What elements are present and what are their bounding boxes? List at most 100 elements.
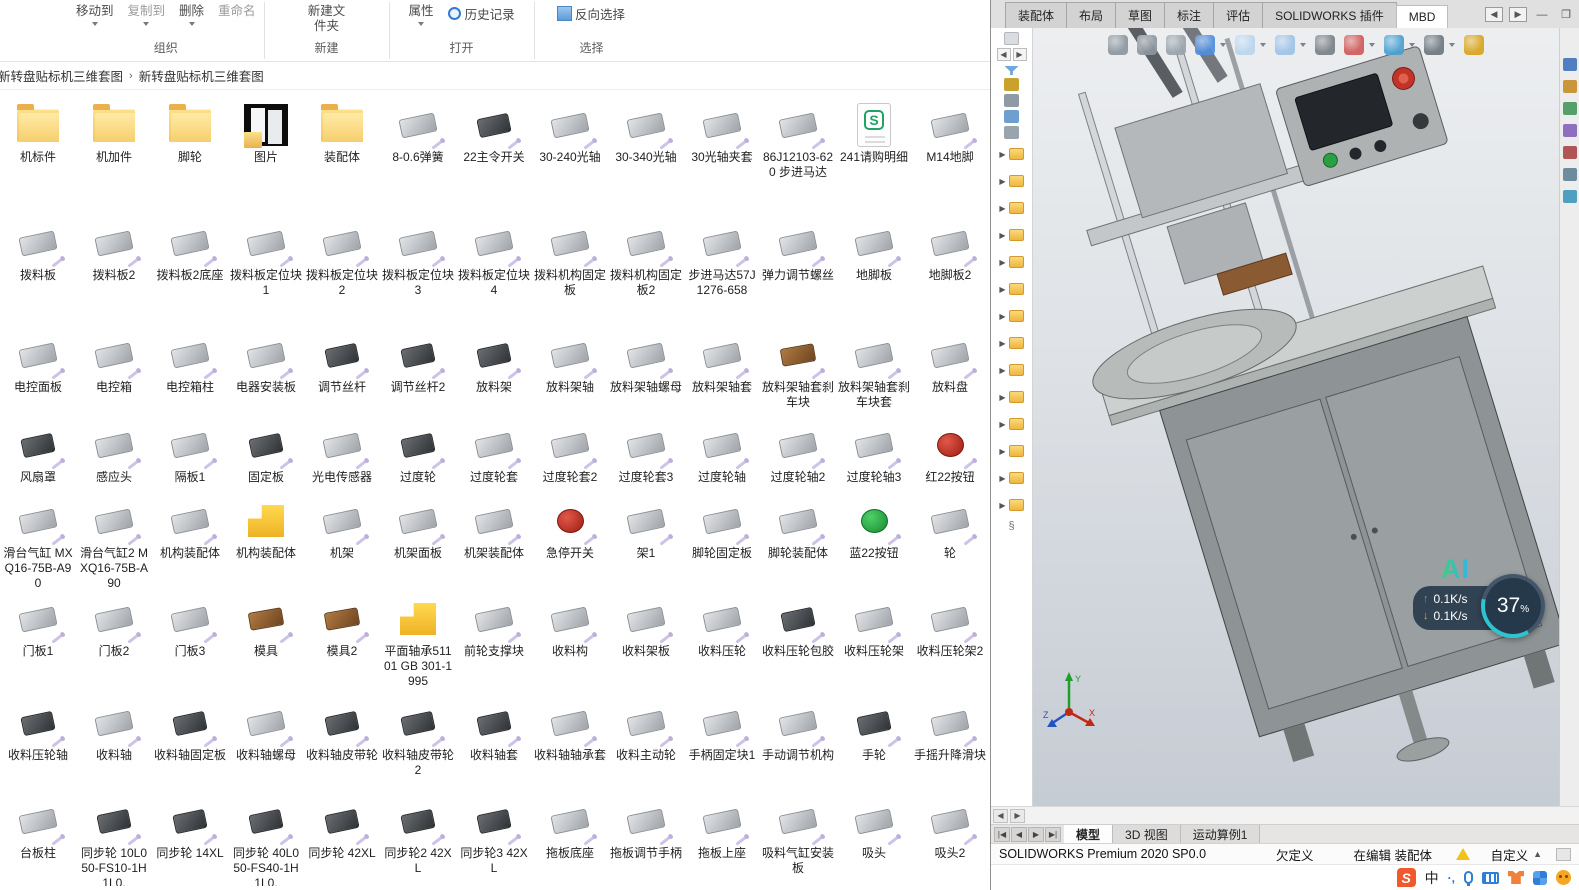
task-pane-icon[interactable] [1563,80,1577,93]
file-item[interactable]: 放料架轴套刹车块套 [836,328,912,418]
file-item[interactable]: 红22按钮 [912,418,988,494]
file-item[interactable]: 同步轮 10L050-FS10-1H1L0. [76,794,152,886]
file-item[interactable]: 过度轮轴2 [760,418,836,494]
tree-next-icon[interactable]: ▶ [1013,48,1027,61]
file-item[interactable]: 收料压轮架 [836,592,912,696]
section-view-icon[interactable] [1195,35,1215,55]
chevron-right-icon[interactable]: ▶ [999,393,1005,402]
file-item[interactable]: 收料轴 [76,696,152,794]
file-item[interactable]: 地脚板 [836,216,912,328]
file-item[interactable]: 调节丝杆2 [380,328,456,418]
file-item[interactable]: 脚轮装配体 [760,494,836,592]
file-item[interactable]: 前轮支撑块 [456,592,532,696]
file-item[interactable]: 收料轴螺母 [228,696,304,794]
file-item[interactable]: 手柄固定块1 [684,696,760,794]
file-item[interactable]: 机标件 [0,98,76,216]
filter-funnel-icon[interactable] [1005,66,1019,75]
file-item[interactable]: 风扇罩 [0,418,76,494]
chevron-down-icon[interactable] [1260,43,1266,47]
file-item[interactable]: 拨料机构固定板 [532,216,608,328]
history-button[interactable]: 历史记录 [448,4,515,23]
file-item[interactable]: 过度轮 [380,418,456,494]
file-item[interactable]: 30-240光轴 [532,98,608,216]
file-item[interactable]: 手轮 [836,696,912,794]
commandmanager-tab[interactable]: 装配体 [1005,2,1067,28]
file-item[interactable]: 吸头2 [912,794,988,886]
file-item[interactable]: 86J12103-620 步进马达 [760,98,836,216]
file-item[interactable]: 过度轮轴3 [836,418,912,494]
breadcrumb-item[interactable]: 新转盘贴标机三维套图 [135,66,268,85]
chevron-right-icon[interactable]: ▶ [999,474,1005,483]
copy-to-button[interactable]: 复制到 [128,4,166,26]
next-pane-icon[interactable]: ▶ [1509,7,1527,22]
graphics-viewport[interactable]: Y X Z AI ↑0.1K/s ↓0.1K/s 37% [1033,28,1559,806]
file-item[interactable]: 平面轴承51101 GB 301-1995 [380,592,456,696]
view-settings-icon[interactable] [1424,35,1444,55]
commandmanager-tab[interactable]: MBD [1396,5,1449,28]
file-item[interactable]: 滑台气缸2 MXQ16-75B-A90 [76,494,152,592]
commandmanager-tab[interactable]: 布局 [1066,2,1116,28]
scroll-left-icon[interactable]: ◀ [993,809,1008,823]
tree-component-row[interactable]: ▶ [999,250,1023,274]
file-item[interactable]: 放料架轴套 [684,328,760,418]
chevron-right-icon[interactable]: ▶ [999,150,1005,159]
file-item[interactable]: 门板1 [0,592,76,696]
file-item[interactable]: 脚轮 [152,98,228,216]
tree-component-row[interactable]: ▶ [999,385,1023,409]
file-item[interactable]: 收料压轮包胶 [760,592,836,696]
toolbox-icon[interactable] [1533,871,1547,885]
file-item[interactable]: 门板2 [76,592,152,696]
tree-component-row[interactable]: ▶ [999,331,1023,355]
file-item[interactable]: 同步轮 40L050-FS40-1H1L0. [228,794,304,886]
file-item[interactable]: 放料架 [456,328,532,418]
file-item[interactable]: 同步轮2 42XL [380,794,456,886]
commandmanager-tab[interactable]: 标注 [1164,2,1214,28]
model-tab[interactable]: 3D 视图 [1113,825,1181,843]
first-tab-icon[interactable]: |◀ [994,827,1010,842]
soft-keyboard-icon[interactable] [1482,872,1499,884]
new-folder-button[interactable]: 新建文件夹 [303,4,351,34]
file-item[interactable]: 同步轮 14XL [152,794,228,886]
zoom-area-icon[interactable] [1137,35,1157,55]
file-item[interactable]: 隔板1 [152,418,228,494]
file-item[interactable]: 收料轴皮带轮2 [380,696,456,794]
minimize-button[interactable]: — [1533,7,1551,22]
file-item[interactable]: 台板柱 [0,794,76,886]
task-pane-icon[interactable] [1563,190,1577,203]
model-tab[interactable]: 模型 [1064,825,1113,843]
chevron-down-icon[interactable] [1409,43,1415,47]
commandmanager-tab[interactable]: 草图 [1115,2,1165,28]
tree-component-row[interactable]: ▶ [999,493,1023,517]
file-item[interactable]: 地脚板2 [912,216,988,328]
restore-button[interactable]: ❐ [1557,7,1575,22]
chevron-right-icon[interactable]: ▶ [999,447,1005,456]
file-item[interactable]: 拨料板2底座 [152,216,228,328]
file-item[interactable]: 放料架轴套刹车块 [760,328,836,418]
previous-view-icon[interactable] [1166,35,1186,55]
note-icon[interactable] [1556,848,1571,861]
file-item[interactable]: 收料压轮轴 [0,696,76,794]
file-item[interactable]: 拨料机构固定板2 [608,216,684,328]
file-item[interactable]: 收料轴套 [456,696,532,794]
previous-pane-icon[interactable]: ◀ [1485,7,1503,22]
file-item[interactable]: S241请购明细 [836,98,912,216]
tree-prev-icon[interactable]: ◀ [997,48,1011,61]
task-pane-icon[interactable] [1563,168,1577,181]
chevron-right-icon[interactable]: ▶ [999,285,1005,294]
edit-appearance-icon[interactable] [1344,35,1364,55]
file-item[interactable]: 固定板 [228,418,304,494]
file-item[interactable]: 吸头 [836,794,912,886]
sogou-logo-icon[interactable]: S [1397,868,1416,887]
file-item[interactable]: 过度轮套3 [608,418,684,494]
measure-icon[interactable] [1464,35,1484,55]
file-item[interactable]: 吸料气缸安装板 [760,794,836,886]
tree-component-row[interactable]: ▶ [999,223,1023,247]
breadcrumb-item[interactable]: 新转盘贴标机三维套图 [0,66,127,85]
file-item[interactable]: 收料压轮架2 [912,592,988,696]
file-item[interactable]: 手动调节机构 [760,696,836,794]
file-item[interactable]: 模具 [228,592,304,696]
file-item[interactable]: 电器安装板 [228,328,304,418]
file-item[interactable]: 电控箱 [76,328,152,418]
percent-gauge[interactable]: 37% [1481,574,1545,638]
file-item[interactable]: 滑台气缸 MXQ16-75B-A90 [0,494,76,592]
